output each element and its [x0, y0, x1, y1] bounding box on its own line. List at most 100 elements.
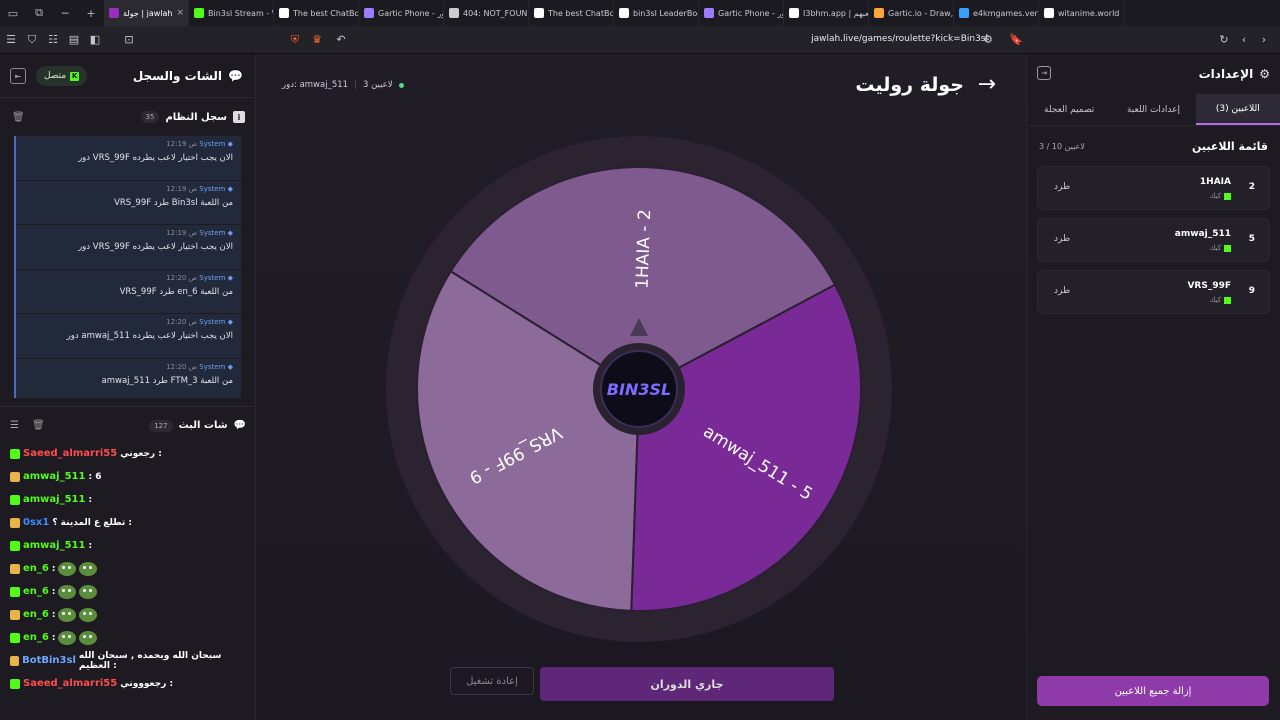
stream-chat-header: ☰ 🗑 127 شات البث 💬	[0, 406, 256, 444]
browser-tab[interactable]: bin3sl LeaderBoard	[614, 0, 699, 26]
tab-title: The best ChatBot	[548, 8, 614, 18]
browser-tabbar: ▭ ⧉ ─ + جولة | jawlah × Bin3sl Stream - W T…	[0, 0, 1280, 26]
url-field[interactable]: jawlah.live/games/roulette?kick=Bin3sl	[811, 34, 988, 44]
brave-lion-icon[interactable]: ♛	[307, 30, 327, 50]
kick-icon	[1224, 192, 1231, 200]
reader-icon[interactable]: ↶	[331, 30, 351, 50]
browser-tab[interactable]: جولة | jawlah ×	[104, 0, 189, 26]
chat-username[interactable]: en_6	[23, 632, 49, 643]
browser-tab[interactable]: Bin3sl Stream - W	[189, 0, 274, 26]
turn-info: دور: amwaj_511 | 3 لاعبين	[282, 80, 404, 90]
brave-shield-icon[interactable]: ⛨	[285, 30, 305, 50]
browser-tab[interactable]: 404: NOT_FOUND	[444, 0, 529, 26]
tab-title: I3bhm.app | لعبهم	[803, 8, 869, 18]
system-log-list[interactable]: 12:19 ص System ◆ دور VRS_99F الان يجب اخت…	[14, 136, 241, 398]
browser-tab[interactable]: The best ChatBot	[274, 0, 359, 26]
system-log-message: دور VRS_99F الان يجب اختيار لاعب يطرده	[78, 242, 233, 252]
bookmark-icon[interactable]: 🔖	[1006, 30, 1026, 50]
browser-tab[interactable]: The best ChatBot	[529, 0, 614, 26]
chat-text: تطلع ع المدينة ؟ :	[52, 517, 133, 528]
tab-favicon-icon	[959, 8, 969, 18]
shield-icon[interactable]: ⛉	[22, 30, 42, 50]
tab-actions-icon[interactable]: ⧉	[26, 0, 52, 26]
gear-icon: ⚙	[1259, 67, 1270, 81]
players-list-header: قائمة اللاعبين 3 / 10 لاعبين	[1027, 126, 1280, 166]
chat-username[interactable]: en_6	[23, 563, 49, 574]
chat-username[interactable]: en_6	[23, 586, 49, 597]
chat-message: en_6:	[0, 626, 256, 649]
new-tab-icon[interactable]: +	[78, 0, 104, 26]
settings-tab[interactable]: اللاعبين (3)	[1195, 94, 1280, 125]
system-log-item: 12:20 ص System ◆ VRS_99F طرد en_6 من اللع…	[16, 269, 241, 314]
menu-icon[interactable]: ☰	[1, 30, 21, 50]
tab-favicon-icon	[789, 8, 799, 18]
browser-tab[interactable]: I3bhm.app | لعبهم	[784, 0, 869, 26]
collapse-panel-icon[interactable]: ⇤	[10, 68, 26, 84]
tab-title: Gartic.io - Draw,	[888, 8, 954, 18]
wheel-logo: BIN3SL	[607, 380, 671, 399]
collapse-panel-icon[interactable]: ⇥	[1037, 66, 1051, 80]
sidebar-icon[interactable]: ◧	[85, 30, 105, 50]
turn-label: دور: amwaj_511	[282, 80, 349, 90]
player-number: 5	[1248, 234, 1255, 244]
tab-title: witanime.world	[1058, 8, 1120, 18]
tab-title: Gartic Phone - دور	[718, 8, 783, 18]
browser-tab[interactable]: Gartic Phone - دور	[359, 0, 444, 26]
back-arrow-icon[interactable]: →	[978, 72, 996, 97]
tab-group-icon[interactable]: ▤	[64, 30, 84, 50]
kick-player-button[interactable]: طرد	[1054, 286, 1070, 296]
browser-tab[interactable]: e4kmgames.vercel	[954, 0, 1039, 26]
chat-text: سبحان الله وبحمده , سبحان الله العظيم :	[78, 650, 222, 671]
chat-username[interactable]: Saeed_almarri55	[23, 448, 117, 459]
chat-username[interactable]: 0sx1	[23, 517, 49, 528]
close-tab-icon[interactable]: ×	[176, 8, 184, 18]
tab-title: Bin3sl Stream - W	[208, 8, 274, 18]
trash-icon[interactable]: 🗑	[12, 112, 25, 123]
chat-username[interactable]: amwaj_511	[23, 494, 85, 505]
chat-username[interactable]: amwaj_511	[23, 471, 85, 482]
tab-favicon-icon	[1044, 8, 1054, 18]
vip-badge-icon	[10, 540, 20, 551]
chat-username[interactable]: BotBin3sl	[22, 655, 76, 666]
browser-tab[interactable]: Gartic Phone - دور	[699, 0, 784, 26]
player-platform-label: كيك	[1209, 296, 1221, 304]
settings-tab[interactable]: تصميم العجلة	[1027, 94, 1111, 125]
kick-player-button[interactable]: طرد	[1054, 182, 1070, 192]
vip-badge-icon	[10, 678, 20, 689]
restart-button[interactable]: إعادة تشغيل	[450, 667, 534, 695]
settings-tab[interactable]: إعدادات اللعبة	[1111, 94, 1195, 125]
minimize-icon[interactable]: ─	[52, 0, 78, 26]
system-log-message: VRS_99F طرد en_6 من اللعبة	[119, 286, 233, 297]
chat-log-title: الشات والسجل	[132, 68, 223, 83]
bot-icon: ◆	[225, 184, 233, 193]
chat-username[interactable]: amwaj_511	[23, 540, 85, 551]
players-list-count: 3 / 10 لاعبين	[1039, 141, 1085, 151]
chat-text: :	[88, 494, 93, 505]
browser-tab[interactable]: Gartic.io - Draw,	[869, 0, 954, 26]
filter-icon[interactable]: ☰	[10, 420, 19, 431]
roulette-wheel[interactable]: 1HAIA - 2 amwaj_511 - 5 VRS_99F - 9 BIN3SL	[386, 136, 892, 642]
system-log-time: 12:19 ص	[166, 184, 198, 193]
remove-all-players-button[interactable]: إزالة جميع اللاعبين	[1037, 676, 1269, 706]
chat-username[interactable]: en_6	[23, 609, 49, 620]
chat-username[interactable]: Saeed_almarri55	[23, 678, 117, 689]
system-log-meta: 12:19 ص System ◆	[24, 140, 233, 148]
system-log-header: 🗑 35 سجل النظام i	[0, 98, 255, 136]
browser-tab[interactable]: witanime.world	[1039, 0, 1124, 26]
system-log-meta: 12:19 ص System ◆	[24, 185, 233, 193]
screenshot-icon[interactable]: ⊡	[119, 30, 139, 50]
kick-player-button[interactable]: طرد	[1054, 234, 1070, 244]
player-platform: كيك	[1210, 192, 1231, 200]
bookmark-list-icon[interactable]: ☷	[43, 30, 63, 50]
settings-panel: ⇥ الإعدادات ⚙ اللاعبين (3) إعدادات اللعبة…	[1026, 54, 1280, 720]
spin-button[interactable]: جاري الدوران	[540, 667, 834, 701]
player-card: 2 1HAIA كيك طرد	[1037, 166, 1270, 210]
stream-chat-list[interactable]: Saeed_almarri55 رجعوني : amwaj_511: 6 amwaj…	[0, 442, 256, 720]
back-icon[interactable]: ‹	[1234, 30, 1254, 50]
reload-icon[interactable]: ↻	[1214, 30, 1234, 50]
sidebar-toggle-icon[interactable]: ▭	[0, 0, 26, 26]
kick-icon	[1224, 244, 1231, 252]
forward-icon[interactable]: ›	[1254, 30, 1274, 50]
site-settings-icon[interactable]: ⚙	[978, 30, 998, 50]
trash-icon[interactable]: 🗑	[32, 420, 45, 431]
